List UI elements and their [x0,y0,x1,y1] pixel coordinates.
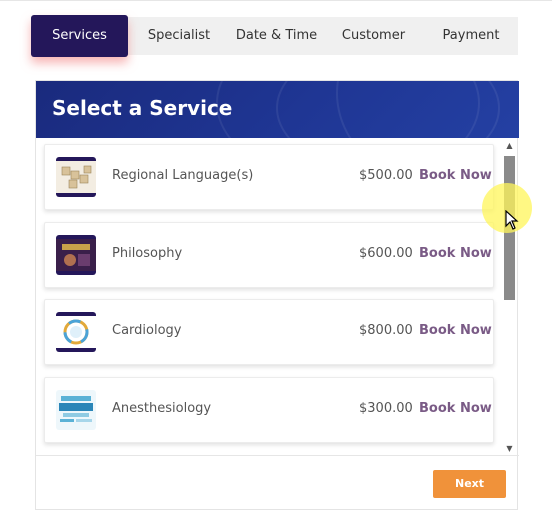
book-now-button[interactable]: Book Now [419,246,492,261]
top-border [0,0,552,1]
health-word-cloud-thumbnail [56,390,96,430]
philosophy-book-thumbnail [56,235,96,275]
scrabble-tiles-thumbnail [56,157,96,197]
service-list: Regional Language(s) $500.00 Book Now Ph… [36,138,519,455]
tab-specialist[interactable]: Specialist [128,17,230,55]
service-item-cardiology[interactable]: Cardiology $800.00 Book Now [44,299,494,365]
book-now-button[interactable]: Book Now [419,323,492,338]
tab-payment[interactable]: Payment [424,17,518,55]
mouse-pointer-icon [505,210,519,230]
tab-services[interactable]: Services [31,15,128,57]
service-price: $800.00 [359,323,413,338]
panel-header: Select a Service [36,81,519,138]
header-decoration [336,81,519,138]
service-item-philosophy[interactable]: Philosophy $600.00 Book Now [44,222,494,288]
tab-date-time[interactable]: Date & Time [230,17,323,55]
panel-title: Select a Service [52,96,233,120]
next-button[interactable]: Next [433,470,506,498]
service-name: Regional Language(s) [112,168,254,183]
tab-customer[interactable]: Customer [323,17,424,55]
service-item-regional-language[interactable]: Regional Language(s) $500.00 Book Now [44,144,494,210]
service-price: $500.00 [359,168,413,183]
philosophy-book-image [56,239,96,271]
scrabble-tiles-image [56,161,96,193]
service-selection-panel: Select a Service Regional Language(s) $5… [35,80,519,510]
service-item-anesthesiology[interactable]: Anesthesiology $300.00 Book Now [44,377,494,443]
service-name: Philosophy [112,246,183,261]
health-word-cloud-image [56,390,96,430]
heart-ring-thumbnail [56,312,96,352]
book-now-button[interactable]: Book Now [419,168,492,183]
footer-divider [36,455,519,456]
service-name: Anesthesiology [112,401,212,416]
scroll-down-arrow-icon[interactable]: ▼ [503,443,516,455]
service-name: Cardiology [112,323,182,338]
step-tabs: Services Specialist Date & Time Customer… [31,15,518,57]
service-price: $600.00 [359,246,413,261]
book-now-button[interactable]: Book Now [419,401,492,416]
scroll-up-arrow-icon[interactable]: ▲ [503,140,516,152]
heart-ring-image [56,316,96,348]
service-price: $300.00 [359,401,413,416]
